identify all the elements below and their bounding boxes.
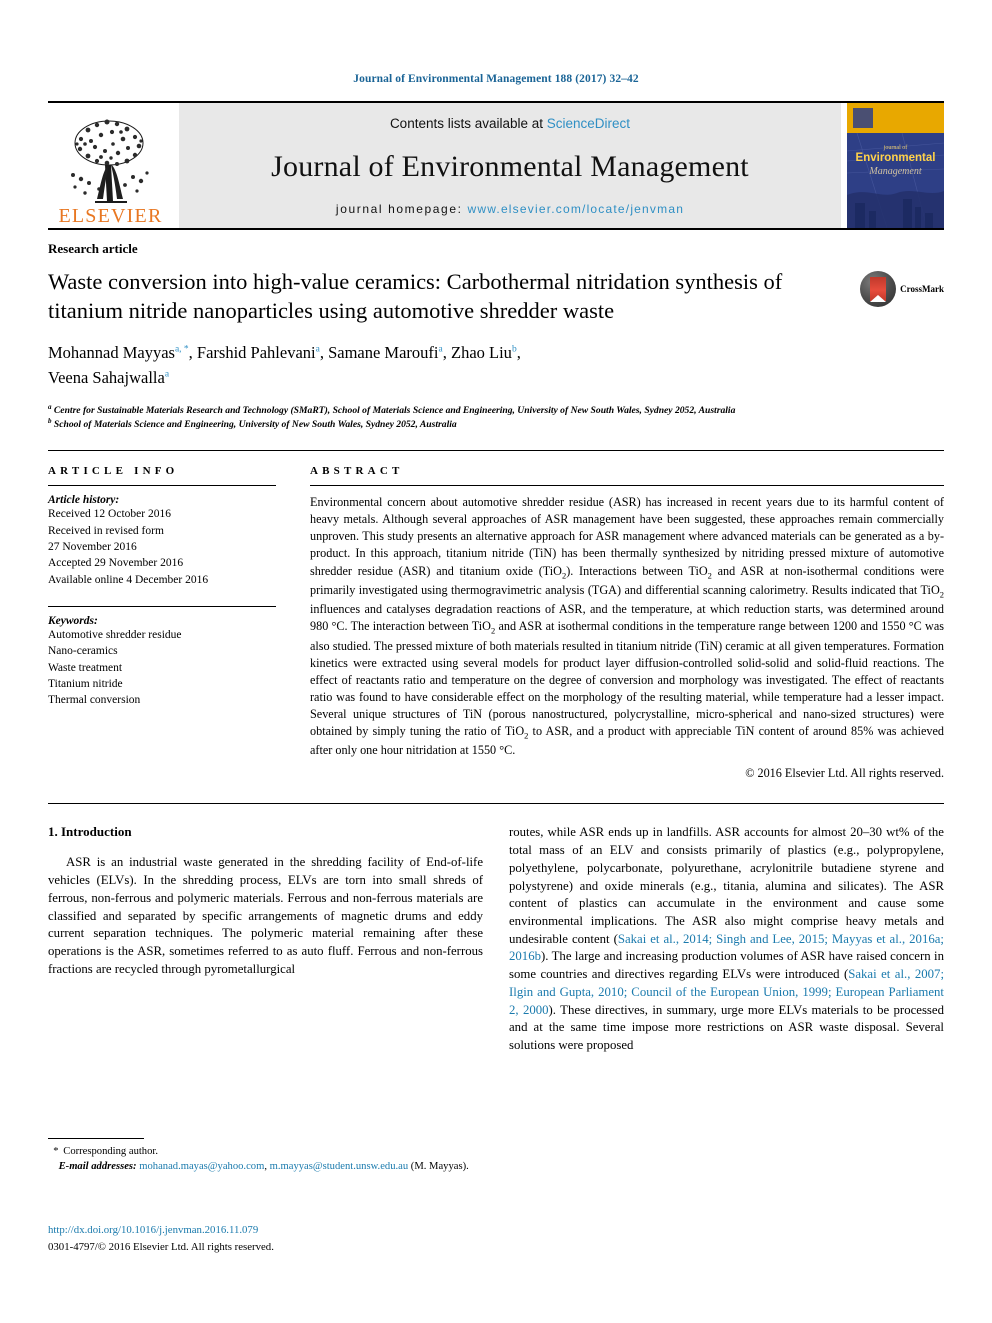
author-sup: a: [315, 344, 320, 354]
list-item: Received 12 October 2016: [48, 508, 171, 521]
footnote-star: *: [53, 1146, 59, 1157]
footnote-rule: [48, 1138, 144, 1139]
footnote-block: * Corresponding author. E-mail addresses…: [48, 1138, 485, 1175]
elsevier-logo: ELSEVIER: [48, 103, 173, 228]
elsevier-wordmark: ELSEVIER: [58, 205, 163, 227]
keywords-list: Automotive shredder residue Nano-ceramic…: [48, 627, 276, 709]
list-item: Received in revised form: [48, 524, 164, 537]
abstract-sub: 2: [939, 589, 944, 600]
list-item: Automotive shredder residue: [48, 628, 182, 641]
paper-page: Journal of Environmental Management 188 …: [0, 0, 992, 1323]
journal-homepage-link[interactable]: www.elsevier.com/locate/jenvman: [467, 202, 684, 216]
affiliation-sup: a: [48, 402, 52, 411]
list-item: 27 November 2016: [48, 540, 137, 553]
abstract-body: Environmental concern about automotive s…: [310, 494, 944, 759]
abstract-rule: [310, 485, 944, 487]
affiliation-text: Centre for Sustainable Materials Researc…: [53, 404, 736, 416]
abstract-copyright: © 2016 Elsevier Ltd. All rights reserved…: [745, 766, 944, 781]
journal-homepage-line: journal homepage: www.elsevier.com/locat…: [336, 202, 684, 216]
body-top-rule: [48, 803, 944, 805]
author-sup: b: [511, 344, 517, 354]
contents-prefix: Contents lists available at: [389, 116, 547, 131]
crossmark-label: CrossMark: [900, 284, 944, 294]
list-item: Nano-ceramics: [48, 645, 118, 658]
article-info-rule: [48, 485, 276, 487]
body-columns: 1. Introduction ASR is an industrial was…: [48, 824, 944, 1054]
cover-line-1: journal of: [883, 145, 908, 151]
corresponding-author-note: Corresponding author.: [63, 1146, 158, 1157]
masthead-bottom-rule: [48, 228, 944, 230]
author-name: Samane Maroufi: [328, 342, 439, 362]
affiliation-item: b School of Materials Science and Engine…: [48, 417, 944, 432]
author-name: Zhao Liu: [450, 342, 512, 362]
cover-line-3: Management: [869, 166, 922, 177]
author-name: Mohannad Mayyas: [48, 342, 175, 362]
title-row: Waste conversion into high-value ceramic…: [48, 267, 944, 326]
abstract-seg: ). Interactions between TiO: [566, 563, 708, 578]
affiliation-item: a Centre for Sustainable Materials Resea…: [48, 403, 944, 418]
sciencedirect-link[interactable]: ScienceDirect: [547, 116, 630, 131]
list-item: Accepted 29 November 2016: [48, 557, 184, 570]
body-left-column: 1. Introduction ASR is an industrial was…: [48, 824, 483, 1054]
email-link-2[interactable]: m.mayyas@student.unsw.edu.au: [270, 1161, 409, 1172]
list-item: Thermal conversion: [48, 694, 141, 707]
list-item: Available online 4 December 2016: [48, 573, 209, 586]
email-link-1[interactable]: mohanad.mayas@yahoo.com: [139, 1161, 264, 1172]
section-heading-introduction: 1. Introduction: [48, 824, 132, 840]
affiliation-sup: b: [48, 417, 52, 426]
paragraph: ASR is an industrial waste generated in …: [48, 855, 483, 976]
author-name: Farshid Pahlevani: [196, 342, 316, 362]
masthead-center: Contents lists available at ScienceDirec…: [179, 103, 841, 228]
article-history-label: Article history:: [48, 494, 120, 507]
paragraph: routes, while ASR ends up in landfills. …: [509, 824, 944, 1054]
list-item: Titanium nitride: [48, 677, 123, 690]
affiliations: a Centre for Sustainable Materials Resea…: [48, 403, 944, 433]
abstract-column: ABSTRACT Environmental concern about aut…: [310, 465, 944, 781]
paragraph-seg: routes, while ASR ends up in landfills. …: [509, 825, 944, 946]
issn-copyright-line: 0301-4797/© 2016 Elsevier Ltd. All right…: [48, 1240, 274, 1253]
journal-cover-thumbnail: journal of Environmental Management: [847, 103, 944, 228]
article-info-heading: ARTICLE INFO: [48, 465, 179, 478]
journal-title: Journal of Environmental Management: [271, 149, 749, 183]
elsevier-tree-icon: [70, 119, 149, 203]
body-right-column: routes, while ASR ends up in landfills. …: [509, 824, 944, 1054]
cover-line-2: Environmental: [855, 152, 936, 164]
abstract-heading: ABSTRACT: [310, 465, 404, 478]
article-type: Research article: [48, 241, 138, 256]
article-history-list: Received 12 October 2016 Received in rev…: [48, 506, 276, 588]
paragraph-seg: ). These directives, in summary, urge mo…: [509, 1002, 944, 1053]
email-suffix: (M. Mayyas).: [408, 1161, 469, 1173]
doi-block: http://dx.doi.org/10.1016/j.jenvman.2016…: [48, 1222, 485, 1255]
page-title: Waste conversion into high-value ceramic…: [48, 269, 783, 324]
article-info-column: ARTICLE INFO Article history: Received 1…: [48, 465, 310, 781]
keywords-label: Keywords:: [48, 614, 98, 627]
journal-masthead: ELSEVIER Contents lists available at Sci…: [48, 101, 944, 228]
author-sup: a: [438, 344, 443, 354]
author-sup: a: [164, 369, 170, 380]
info-abstract-block: ARTICLE INFO Article history: Received 1…: [48, 450, 944, 781]
crossmark-icon: [860, 271, 897, 307]
running-head: Journal of Environmental Management 188 …: [353, 73, 639, 85]
author-list: Mohannad Mayyasa, *, Farshid Pahlevania,…: [48, 342, 521, 388]
crossmark-badge[interactable]: CrossMark: [860, 271, 944, 307]
footnote-text: * Corresponding author. E-mail addresses…: [48, 1144, 485, 1175]
homepage-prefix: journal homepage:: [335, 202, 468, 216]
affiliation-text: School of Materials Science and Engineer…: [53, 419, 457, 431]
keywords-block: Keywords: Automotive shredder residue Na…: [48, 605, 276, 709]
doi-link[interactable]: http://dx.doi.org/10.1016/j.jenvman.2016…: [48, 1224, 258, 1236]
keywords-rule: [48, 605, 276, 607]
email-addresses-label: E-mail addresses:: [58, 1161, 137, 1173]
author-sup: a, *: [174, 344, 189, 354]
list-item: Waste treatment: [48, 661, 123, 674]
contents-line: Contents lists available at ScienceDirec…: [390, 116, 630, 131]
abstract-seg: and ASR at isothermal conditions in the …: [310, 619, 945, 738]
author-name: Veena Sahajwalla: [48, 368, 165, 388]
